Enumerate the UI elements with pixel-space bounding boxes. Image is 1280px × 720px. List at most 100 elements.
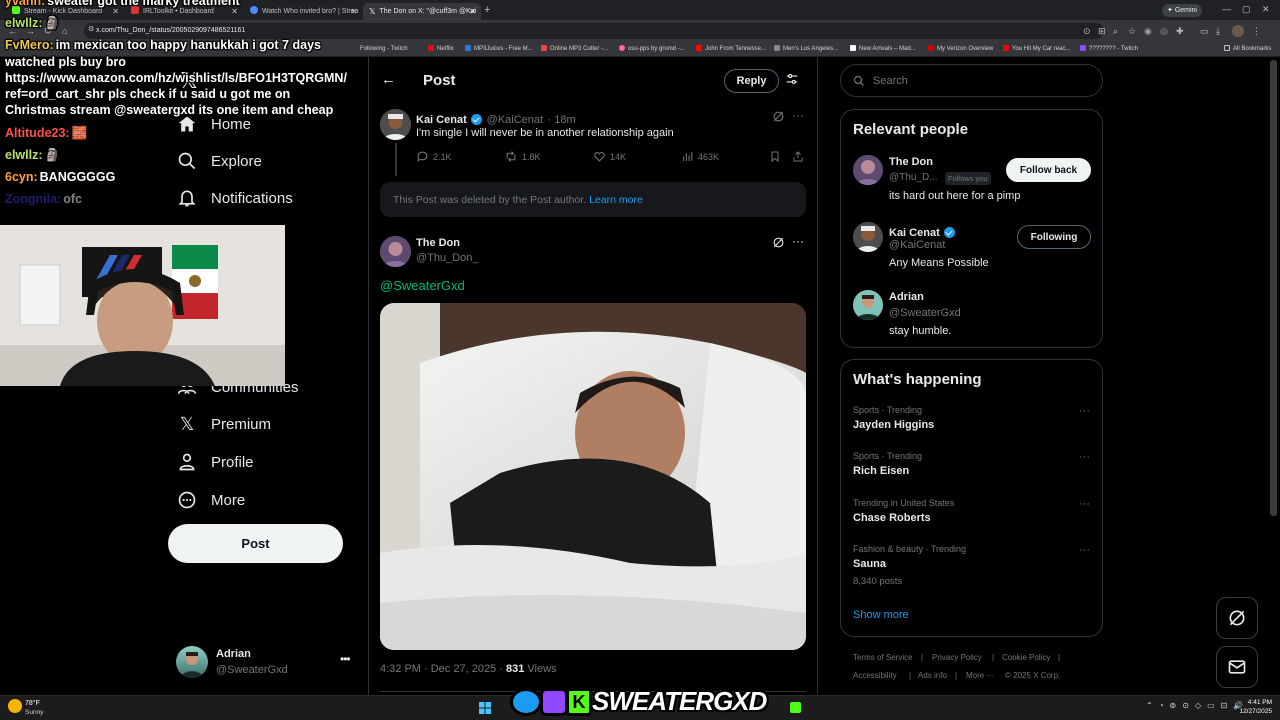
tray-icons[interactable]: ⌃◔⊚⊙◇▭⊡🔊	[1146, 701, 1249, 710]
post-image[interactable]	[380, 303, 806, 650]
follow-back-button[interactable]: Follow back	[1006, 158, 1091, 182]
mention-link[interactable]: @SweaterGxd	[380, 278, 465, 293]
reply-button[interactable]: Reply	[724, 69, 779, 93]
bookmark-item[interactable]: MP3Juices - Free M...	[465, 44, 533, 54]
grok-button[interactable]	[1216, 597, 1258, 639]
show-more-link[interactable]: Show more	[853, 609, 909, 621]
puzzle-icon[interactable]: ✚	[1176, 26, 1184, 37]
trend-topic[interactable]: Rich Eisen	[853, 465, 909, 477]
person-name[interactable]: Adrian	[889, 291, 924, 303]
bookmark-star-icon[interactable]: ☆	[1128, 26, 1136, 37]
close-icon[interactable]: ✕	[469, 3, 476, 20]
bookmark-item[interactable]: Netflix	[428, 44, 454, 54]
bookmark-item[interactable]: Men's Los Angeles...	[774, 44, 838, 54]
clock-date[interactable]: 12/27/2025	[1236, 708, 1272, 715]
more-dots-icon[interactable]: ···	[1079, 498, 1090, 510]
maximize-icon[interactable]: ▢	[1242, 4, 1251, 15]
url-text[interactable]: x.com/Thu_Don_/status/200502909748652116…	[96, 25, 245, 37]
grok-icon[interactable]	[772, 236, 785, 254]
reply-action[interactable]: 2.1K	[416, 150, 452, 163]
more-dots-icon[interactable]: ···	[1079, 451, 1090, 463]
footer-link-terms[interactable]: Terms of Service	[853, 653, 913, 662]
new-tab-button[interactable]: +	[484, 4, 490, 16]
more-dots-icon[interactable]: ···	[1079, 405, 1090, 417]
tweet-time[interactable]: · 18m	[548, 114, 576, 126]
footer-link-more[interactable]: More ···	[966, 671, 994, 680]
following-button[interactable]: Following	[1017, 225, 1091, 249]
nav-profile[interactable]: Profile	[176, 448, 254, 476]
bookmark-item[interactable]: osu-pps by grumd -...	[619, 44, 685, 54]
learn-more-link[interactable]: Learn more	[589, 194, 643, 206]
tab-x-post[interactable]: 𝕏 The Don on X: "@cuff3m @Kai ✕	[363, 3, 481, 20]
avatar[interactable]	[380, 236, 411, 267]
post-button[interactable]: Post	[168, 524, 343, 563]
footer-link-privacy[interactable]: Privacy Policy	[932, 653, 982, 662]
close-window-icon[interactable]: ✕	[1262, 4, 1270, 15]
clock-time[interactable]: 4:41 PM	[1240, 699, 1272, 706]
bookmark-item[interactable]: John From Tennesse...	[696, 44, 766, 54]
nav-premium[interactable]: 𝕏 Premium	[176, 410, 271, 438]
footer-link-ads[interactable]: Ads info	[918, 671, 947, 680]
bookmark-item[interactable]: Online MP3 Cutter -...	[541, 44, 608, 54]
nav-more[interactable]: More	[176, 486, 245, 514]
download-icon[interactable]: ⤓	[1216, 26, 1220, 37]
person-handle[interactable]: @Thu_D...	[889, 172, 938, 183]
filter-sliders-icon[interactable]	[785, 72, 799, 91]
repost-action[interactable]: 1.8K	[504, 150, 541, 163]
avatar[interactable]	[853, 155, 883, 185]
site-info-icon[interactable]: ⚙	[88, 25, 94, 33]
footer-link-cookies[interactable]: Cookie Policy	[1002, 653, 1050, 662]
kick-icon[interactable]	[790, 702, 801, 713]
all-bookmarks[interactable]: All Bookmarks	[1224, 44, 1271, 54]
tab-watch-stream[interactable]: Watch Who invited bro? | Strea ✕	[244, 3, 362, 20]
bookmark-item[interactable]: Following - Twitch	[360, 44, 408, 54]
more-dots-icon[interactable]: ···	[792, 234, 804, 248]
install-icon[interactable]: ⊞	[1098, 26, 1106, 37]
bookmark-item[interactable]: You Hit My Car reac...	[1003, 44, 1070, 54]
author-handle[interactable]: @KaiCenat	[487, 114, 543, 126]
account-switcher[interactable]: Adrian @SweaterGxd •••	[176, 646, 356, 680]
extension-icon[interactable]: ◎	[1160, 26, 1168, 37]
close-icon[interactable]: ✕	[350, 3, 357, 20]
views-action[interactable]: 463K	[681, 150, 719, 163]
location-icon[interactable]: ⊙	[1083, 26, 1091, 37]
footer-link-accessibility[interactable]: Accessibility	[853, 671, 897, 680]
person-handle[interactable]: @KaiCenat	[889, 239, 945, 251]
avatar[interactable]	[853, 290, 883, 320]
trend-topic[interactable]: Jayden Higgins	[853, 419, 934, 431]
more-dots-icon[interactable]: ···	[1079, 544, 1090, 556]
bookmark-item[interactable]: ???????? - Twitch	[1080, 44, 1138, 54]
bookmark-item[interactable]: My Verizon Overview	[928, 44, 993, 54]
weather-temp[interactable]: 78°F	[25, 700, 40, 707]
menu-dots-icon[interactable]: ⋮	[1252, 26, 1261, 37]
extension-icon[interactable]: ◉	[1144, 26, 1152, 37]
messages-button[interactable]	[1216, 646, 1258, 688]
back-arrow-icon[interactable]: ←	[381, 71, 396, 88]
grok-icon[interactable]	[772, 110, 785, 128]
trend-topic[interactable]: Sauna	[853, 558, 886, 570]
person-name[interactable]: Kai Cenat	[889, 227, 940, 239]
like-action[interactable]: 14K	[593, 150, 626, 163]
bookmark-item[interactable]: New Arrivals – Mad...	[850, 44, 916, 54]
windows-start-icon[interactable]	[479, 701, 491, 719]
search-input[interactable]: Search	[840, 64, 1103, 97]
author-name[interactable]: The Don	[416, 237, 460, 249]
minimize-icon[interactable]: —	[1222, 4, 1231, 14]
person-handle[interactable]: @SweaterGxd	[889, 307, 961, 319]
home-icon[interactable]: ⌂	[62, 26, 67, 36]
nav-notifications[interactable]: Notifications	[176, 184, 293, 212]
scrollbar[interactable]	[1270, 60, 1277, 516]
share-icon[interactable]	[792, 150, 804, 168]
trend-topic[interactable]: Chase Roberts	[853, 512, 931, 524]
post-timestamp[interactable]: 4:32 PM · Dec 27, 2025 ·	[380, 663, 503, 675]
more-dots-icon[interactable]: ···	[792, 108, 804, 122]
author-name[interactable]: Kai Cenat	[416, 114, 467, 126]
sidebar-icon[interactable]: ▭	[1200, 26, 1209, 37]
zoom-icon[interactable]: ⌕	[1113, 26, 1118, 37]
gemini-button[interactable]: ✦ Gemini	[1162, 4, 1202, 17]
profile-avatar-icon[interactable]	[1232, 25, 1244, 37]
avatar[interactable]	[380, 109, 411, 140]
bookmark-icon[interactable]	[769, 150, 781, 168]
avatar[interactable]	[853, 222, 883, 252]
author-handle[interactable]: @Thu_Don_	[416, 252, 479, 264]
